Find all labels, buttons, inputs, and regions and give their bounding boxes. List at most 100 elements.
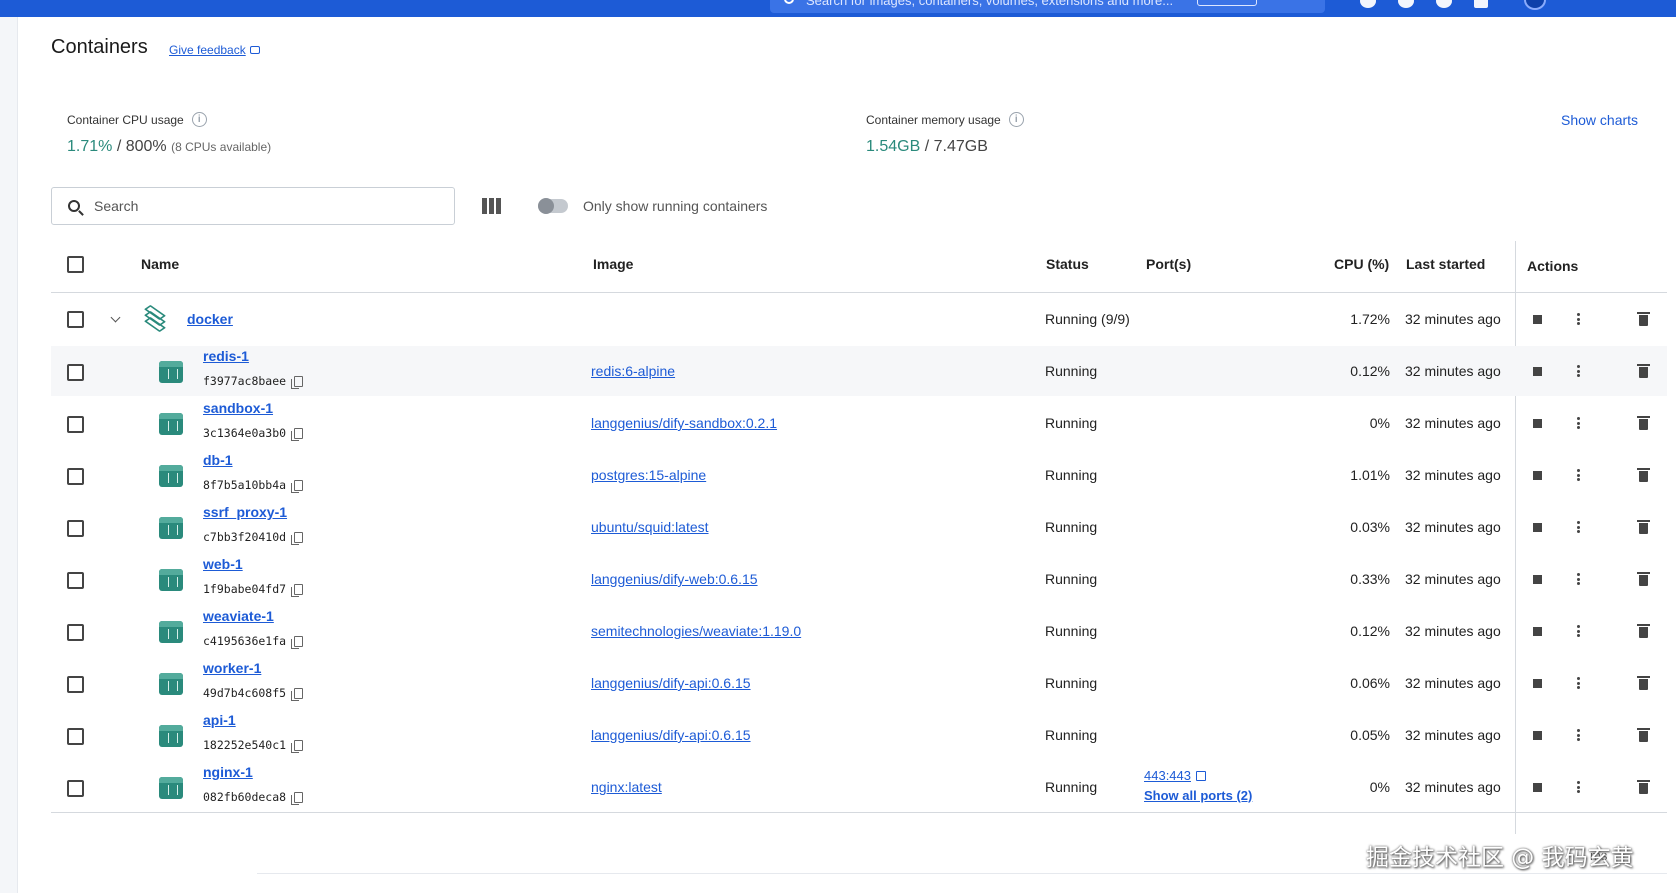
column-header-cpu[interactable]: CPU (%) [1334, 256, 1389, 272]
copy-icon[interactable] [291, 427, 304, 441]
info-icon[interactable]: i [191, 112, 207, 127]
column-header-status[interactable]: Status [1046, 256, 1089, 272]
column-header-last-started[interactable]: Last started [1406, 256, 1485, 272]
image-link[interactable]: langgenius/dify-sandbox:0.2.1 [591, 415, 777, 431]
port-link[interactable]: 443:443 [1144, 768, 1206, 783]
copy-icon[interactable] [291, 739, 304, 753]
stop-icon[interactable] [1533, 523, 1542, 532]
container-id: 182252e540c1 [203, 738, 304, 753]
container-name-link[interactable]: nginx-1 [203, 764, 253, 780]
row-checkbox[interactable] [67, 572, 84, 589]
more-icon[interactable] [1577, 313, 1580, 325]
image-link[interactable]: nginx:latest [591, 779, 662, 795]
search-field[interactable] [51, 187, 455, 225]
stop-icon[interactable] [1533, 731, 1542, 740]
stop-icon[interactable] [1533, 627, 1542, 636]
image-link[interactable]: semitechnologies/weaviate:1.19.0 [591, 623, 801, 639]
delete-icon[interactable] [1637, 468, 1650, 482]
container-name-link[interactable]: ssrf_proxy-1 [203, 504, 287, 520]
column-header-name[interactable]: Name [141, 256, 179, 272]
row-checkbox[interactable] [67, 416, 84, 433]
image-link[interactable]: langgenius/dify-api:0.6.15 [591, 727, 751, 743]
copy-icon[interactable] [291, 375, 304, 389]
row-checkbox[interactable] [67, 520, 84, 537]
more-icon[interactable] [1577, 521, 1580, 533]
more-icon[interactable] [1577, 781, 1580, 793]
more-icon[interactable] [1577, 417, 1580, 429]
stop-icon[interactable] [1533, 471, 1542, 480]
info-icon[interactable]: i [1008, 112, 1024, 127]
stop-icon[interactable] [1533, 783, 1542, 792]
image-link[interactable]: ubuntu/squid:latest [591, 519, 709, 535]
delete-icon[interactable] [1637, 780, 1650, 794]
delete-icon[interactable] [1637, 312, 1650, 326]
container-name-link[interactable]: db-1 [203, 452, 233, 468]
more-icon[interactable] [1577, 365, 1580, 377]
delete-icon[interactable] [1637, 520, 1650, 534]
settings-icon[interactable] [1436, 0, 1452, 8]
container-id: c7bb3f20410d [203, 530, 304, 545]
row-checkbox[interactable] [67, 624, 84, 641]
copy-icon[interactable] [291, 791, 304, 805]
container-cpu: 0.06% [1350, 675, 1390, 691]
stop-icon[interactable] [1533, 367, 1542, 376]
copy-icon[interactable] [291, 479, 304, 493]
delete-icon[interactable] [1637, 364, 1650, 378]
give-feedback-link[interactable]: Give feedback [169, 43, 260, 57]
container-name-link[interactable]: worker-1 [203, 660, 261, 676]
watermark: 掘金技术社区 @ 我码玄黄 [1366, 845, 1634, 871]
container-name-link[interactable]: api-1 [203, 712, 236, 728]
column-header-image[interactable]: Image [593, 256, 633, 272]
delete-icon[interactable] [1637, 676, 1650, 690]
stop-icon[interactable] [1533, 419, 1542, 428]
image-link[interactable]: postgres:15-alpine [591, 467, 706, 483]
show-all-ports-link[interactable]: Show all ports (2) [1144, 788, 1252, 803]
copy-icon[interactable] [291, 687, 304, 701]
container-name-link[interactable]: sandbox-1 [203, 400, 273, 416]
delete-icon[interactable] [1637, 624, 1650, 638]
show-charts-link[interactable]: Show charts [1561, 112, 1638, 128]
row-checkbox[interactable] [67, 676, 84, 693]
search-input[interactable] [94, 198, 424, 214]
image-link[interactable]: redis:6-alpine [591, 363, 675, 379]
row-checkbox[interactable] [67, 728, 84, 745]
container-name-link[interactable]: weaviate-1 [203, 608, 274, 624]
sidebar-edge [0, 17, 18, 893]
learn-icon[interactable] [1360, 0, 1376, 8]
container-name-link[interactable]: web-1 [203, 556, 243, 572]
stop-icon[interactable] [1533, 575, 1542, 584]
row-checkbox[interactable] [67, 468, 84, 485]
more-icon[interactable] [1577, 625, 1580, 637]
more-icon[interactable] [1577, 469, 1580, 481]
delete-icon[interactable] [1637, 728, 1650, 742]
copy-icon[interactable] [291, 583, 304, 597]
global-search-input[interactable]: Search for images, containers, volumes, … [770, 0, 1325, 13]
stop-icon[interactable] [1533, 679, 1542, 688]
only-running-toggle[interactable] [538, 198, 568, 214]
row-checkbox[interactable] [67, 364, 84, 381]
chevron-down-icon[interactable] [110, 312, 121, 323]
group-checkbox[interactable] [67, 311, 84, 328]
avatar[interactable] [1524, 0, 1546, 10]
apps-grid-icon[interactable] [1474, 0, 1488, 8]
extensions-icon[interactable] [1398, 0, 1414, 8]
more-icon[interactable] [1577, 573, 1580, 585]
container-id-text: 3c1364e0a3b0 [203, 426, 287, 440]
copy-icon[interactable] [291, 635, 304, 649]
more-icon[interactable] [1577, 677, 1580, 689]
container-cpu: 0% [1369, 415, 1390, 431]
row-checkbox[interactable] [67, 780, 84, 797]
delete-icon[interactable] [1637, 416, 1650, 430]
image-link[interactable]: langgenius/dify-api:0.6.15 [591, 675, 751, 691]
select-all-checkbox[interactable] [67, 256, 84, 273]
page-title: Containers [51, 36, 148, 58]
more-icon[interactable] [1577, 729, 1580, 741]
group-name-link[interactable]: docker [187, 311, 233, 327]
column-header-ports[interactable]: Port(s) [1146, 256, 1191, 272]
delete-icon[interactable] [1637, 572, 1650, 586]
columns-icon[interactable] [482, 198, 501, 214]
container-name-link[interactable]: redis-1 [203, 348, 249, 364]
stop-icon[interactable] [1533, 315, 1542, 324]
image-link[interactable]: langgenius/dify-web:0.6.15 [591, 571, 758, 587]
copy-icon[interactable] [291, 531, 304, 545]
